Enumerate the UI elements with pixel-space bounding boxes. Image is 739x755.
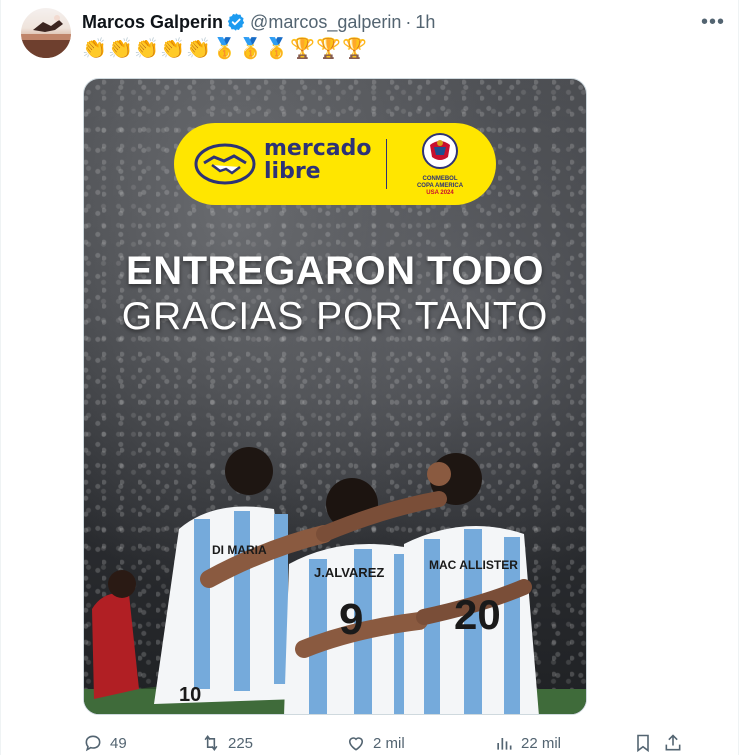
separator-dot: · <box>405 11 412 32</box>
views-button[interactable]: 22 mil <box>493 733 633 753</box>
copa-trophy-icon <box>422 133 458 169</box>
headline-primary: ENTREGARON TODO <box>126 249 544 293</box>
brand-line-1: mercado <box>264 136 372 161</box>
jersey-name-3: MAC ALLISTER <box>429 558 518 572</box>
clap-emoji-icon: 👏 <box>82 37 107 60</box>
trophy-emoji-icon: 🏆 <box>290 37 315 60</box>
mercado-libre-banner: mercado libre CONMEBOL COPA AMERICA USA … <box>174 123 496 205</box>
medal-emoji-icon: 🥇 <box>238 37 263 60</box>
bookmark-button[interactable] <box>633 733 663 753</box>
author-name[interactable]: Marcos Galperin <box>82 12 223 33</box>
bookmark-icon <box>637 734 649 753</box>
headline-secondary: GRACIAS POR TANTO <box>121 295 549 338</box>
copa-caption-2: COPA AMERICA <box>416 183 464 189</box>
clap-emoji-icon: 👏 <box>160 37 185 60</box>
like-count: 2 mil <box>373 734 405 752</box>
author-handle[interactable]: @marcos_galperin <box>250 12 401 33</box>
clap-emoji-icon: 👏 <box>186 37 211 60</box>
verified-badge-icon <box>226 12 246 32</box>
share-icon <box>665 734 681 751</box>
timestamp[interactable]: 1h <box>415 12 435 33</box>
trophy-emoji-icon: 🏆 <box>316 37 341 60</box>
more-options-icon[interactable]: ••• <box>698 10 728 34</box>
clap-emoji-icon: 👏 <box>134 37 159 60</box>
jersey-number-1: 9 <box>339 595 363 644</box>
reply-button[interactable]: 49 <box>82 733 200 753</box>
repost-icon <box>204 735 218 751</box>
trophy-emoji-icon: 🏆 <box>342 37 367 60</box>
brand-line-2: libre <box>264 159 321 184</box>
banner-divider <box>386 139 387 189</box>
repost-count: 225 <box>228 734 254 752</box>
jersey-name-2: J.ALVAREZ <box>314 565 384 580</box>
handshake-logo-icon <box>194 143 256 185</box>
jersey-name-1: DI MARIA <box>212 543 267 557</box>
copa-america-logo: CONMEBOL COPA AMERICA USA 2024 <box>400 131 480 197</box>
share-button[interactable] <box>663 733 687 753</box>
jersey-number-2: 20 <box>454 591 501 638</box>
jersey-number-3: 10 <box>179 684 201 706</box>
avatar[interactable] <box>21 8 71 58</box>
views-chart-icon <box>497 738 512 750</box>
clap-emoji-icon: 👏 <box>108 37 133 60</box>
tweet[interactable]: Marcos Galperin @marcos_galperin · 1h ••… <box>0 0 739 755</box>
players-huddle-illustration: DI MARIA J.ALVAREZ MAC ALLISTER 9 20 10 <box>84 447 586 714</box>
repost-button[interactable]: 225 <box>200 733 345 753</box>
action-bar: 49 225 2 mil 22 mil <box>82 732 728 754</box>
tweet-text: 👏 👏 👏 👏 👏 🥇 🥇 🥇 🏆 🏆 🏆 <box>82 36 367 62</box>
tweet-image[interactable]: mercado libre CONMEBOL COPA AMERICA USA … <box>83 78 587 715</box>
reply-icon <box>85 735 101 752</box>
copa-caption-3: USA 2024 <box>426 190 454 196</box>
medal-emoji-icon: 🥇 <box>212 37 237 60</box>
view-count: 22 mil <box>521 734 562 752</box>
copa-caption-1: CONMEBOL <box>422 176 458 182</box>
medal-emoji-icon: 🥇 <box>264 37 289 60</box>
heart-icon <box>348 737 364 751</box>
like-button[interactable]: 2 mil <box>345 733 493 753</box>
reply-count: 49 <box>110 734 127 752</box>
